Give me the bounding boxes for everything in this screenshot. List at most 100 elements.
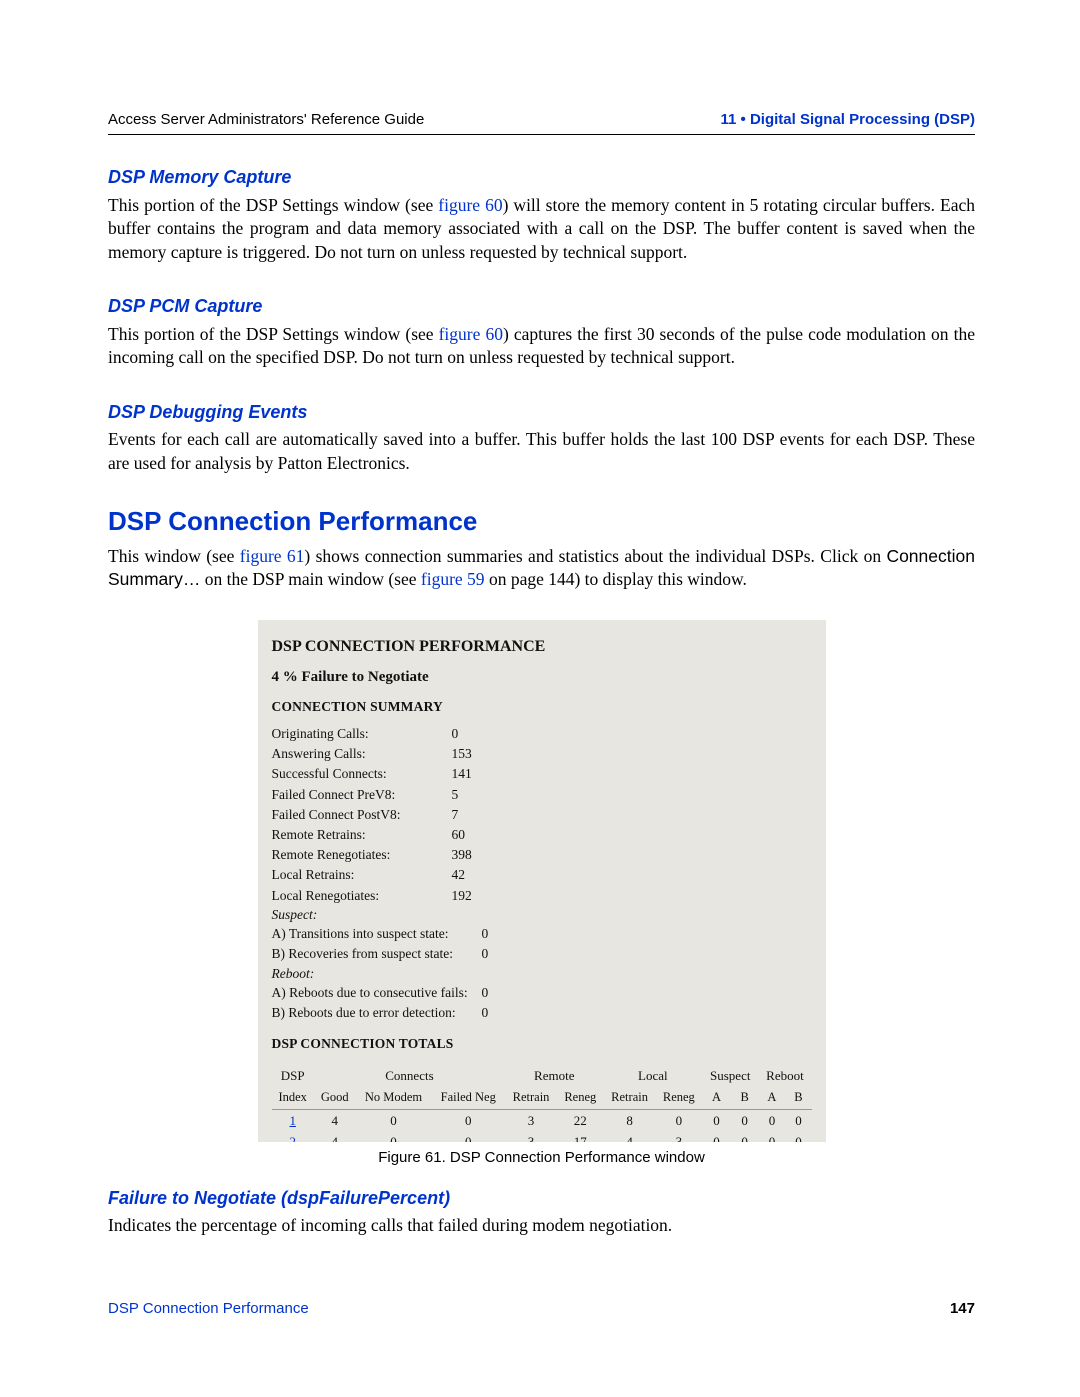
- summary-label: Local Retrains:: [272, 866, 452, 884]
- summary-label: B) Recoveries from suspect state:: [272, 945, 482, 963]
- para-fail: Indicates the percentage of incoming cal…: [108, 1214, 975, 1238]
- para-mem: This portion of the DSP Settings window …: [108, 194, 975, 265]
- summary-value: 141: [452, 765, 492, 783]
- summary-row: Originating Calls:0: [272, 724, 812, 744]
- col-good: Good: [314, 1087, 356, 1109]
- text: This portion of the DSP Settings window …: [108, 195, 438, 215]
- cell: 0: [702, 1109, 731, 1131]
- group-connects: Connects: [314, 1061, 505, 1087]
- summary-value: 0: [482, 1004, 489, 1022]
- summary-row: Failed Connect PreV8:5: [272, 785, 812, 805]
- table-row: 1 4 0 0 3 22 8 0 0 0 0 0: [272, 1109, 812, 1131]
- summary-label: A) Transitions into suspect state:: [272, 925, 482, 943]
- cell: 17: [557, 1131, 603, 1141]
- col-remote-reneg: Reneg: [557, 1087, 603, 1109]
- dsp-index-link[interactable]: 1: [289, 1113, 296, 1128]
- fig-totals-heading: DSP CONNECTION TOTALS: [272, 1035, 812, 1053]
- text: on page 144) to display this window.: [485, 569, 747, 589]
- cell: 0: [702, 1131, 731, 1141]
- cell: 0: [785, 1109, 811, 1131]
- group-suspect: Suspect: [702, 1061, 758, 1087]
- cell: 0: [656, 1109, 702, 1131]
- summary-row: A) Transitions into suspect state:0: [272, 924, 812, 944]
- para-conn: This window (see figure 61) shows connec…: [108, 545, 975, 592]
- fig-failure-percent: 4 % Failure to Negotiate: [272, 667, 812, 687]
- summary-value: 0: [482, 925, 489, 943]
- summary-label: Failed Connect PreV8:: [272, 786, 452, 804]
- summary-label: Remote Retrains:: [272, 826, 452, 844]
- cell: 0: [356, 1109, 432, 1131]
- group-remote: Remote: [505, 1061, 604, 1087]
- text: ) shows connection summaries and statist…: [304, 546, 886, 566]
- page-header: Access Server Administrators' Reference …: [108, 110, 975, 130]
- dsp-index-link[interactable]: 2: [289, 1134, 296, 1141]
- summary-value: 42: [452, 866, 492, 884]
- summary-row: B) Recoveries from suspect state:0: [272, 944, 812, 964]
- col-failedneg: Failed Neg: [431, 1087, 505, 1109]
- cell: 22: [557, 1109, 603, 1131]
- header-left: Access Server Administrators' Reference …: [108, 110, 424, 130]
- summary-label: A) Reboots due to consecutive fails:: [272, 984, 482, 1002]
- col-suspect-a: A: [702, 1087, 731, 1109]
- cell: 4: [314, 1131, 356, 1141]
- group-reboot: Reboot: [758, 1061, 811, 1087]
- col-local-retrain: Retrain: [604, 1087, 656, 1109]
- figure-link-60[interactable]: figure 60: [439, 324, 503, 344]
- text: on the DSP main window (see: [200, 569, 421, 589]
- para-pcm: This portion of the DSP Settings window …: [108, 323, 975, 370]
- figure-link-59[interactable]: figure 59: [421, 569, 485, 589]
- heading-dsp-pcm-capture: DSP PCM Capture: [108, 294, 975, 318]
- text: This window (see: [108, 546, 240, 566]
- footer-section-name: DSP Connection Performance: [108, 1299, 309, 1319]
- figure-caption: Figure 61. DSP Connection Performance wi…: [108, 1148, 975, 1168]
- table-group-header: DSP Connects Remote Local Suspect Reboot: [272, 1061, 812, 1087]
- col-reboot-a: A: [758, 1087, 785, 1109]
- text: This portion of the DSP Settings window …: [108, 324, 439, 344]
- summary-label: B) Reboots due to error detection:: [272, 1004, 482, 1022]
- summary-label: Failed Connect PostV8:: [272, 806, 452, 824]
- figure-61-frame: DSP CONNECTION PERFORMANCE 4 % Failure t…: [258, 620, 826, 1142]
- cell: 8: [604, 1109, 656, 1131]
- cell: 0: [356, 1131, 432, 1141]
- cell: 4: [314, 1109, 356, 1131]
- summary-row: Remote Renegotiates:398: [272, 845, 812, 865]
- cell: 4: [604, 1131, 656, 1141]
- figure-link-60[interactable]: figure 60: [438, 195, 502, 215]
- header-rule: [108, 134, 975, 135]
- heading-dsp-connection-performance: DSP Connection Performance: [108, 504, 975, 539]
- header-right: 11 • Digital Signal Processing (DSP): [721, 110, 976, 130]
- heading-failure-to-negotiate: Failure to Negotiate (dspFailurePercent): [108, 1186, 975, 1210]
- summary-value: 0: [482, 945, 489, 963]
- summary-value: 192: [452, 887, 492, 905]
- heading-dsp-memory-capture: DSP Memory Capture: [108, 165, 975, 189]
- summary-row: A) Reboots due to consecutive fails:0: [272, 983, 812, 1003]
- group-dsp: DSP: [272, 1061, 314, 1087]
- fig-title: DSP CONNECTION PERFORMANCE: [272, 636, 812, 658]
- summary-value: 60: [452, 826, 492, 844]
- summary-label: Answering Calls:: [272, 745, 452, 763]
- suspect-heading: Suspect:: [272, 906, 812, 924]
- page-footer: DSP Connection Performance 147: [108, 1299, 975, 1319]
- summary-row: Local Retrains:42: [272, 865, 812, 885]
- summary-label: Successful Connects:: [272, 765, 452, 783]
- cell: 3: [505, 1131, 557, 1141]
- col-local-reneg: Reneg: [656, 1087, 702, 1109]
- summary-value: 153: [452, 745, 492, 763]
- summary-label: Originating Calls:: [272, 725, 452, 743]
- fig-summary-heading: CONNECTION SUMMARY: [272, 698, 812, 716]
- cell: 0: [431, 1131, 505, 1141]
- summary-label: Remote Renegotiates:: [272, 846, 452, 864]
- para-dbg: Events for each call are automatically s…: [108, 428, 975, 475]
- page-number: 147: [950, 1299, 975, 1319]
- reboot-heading: Reboot:: [272, 965, 812, 983]
- cell: 0: [731, 1109, 759, 1131]
- summary-row: Remote Retrains:60: [272, 825, 812, 845]
- heading-dsp-debugging-events: DSP Debugging Events: [108, 400, 975, 424]
- summary-row: Answering Calls:153: [272, 744, 812, 764]
- cell: 0: [785, 1131, 811, 1141]
- figure-link-61[interactable]: figure 61: [240, 546, 305, 566]
- summary-row: Local Renegotiates:192: [272, 886, 812, 906]
- summary-row: B) Reboots due to error detection:0: [272, 1003, 812, 1023]
- summary-value: 0: [482, 984, 489, 1002]
- cell: 0: [731, 1131, 759, 1141]
